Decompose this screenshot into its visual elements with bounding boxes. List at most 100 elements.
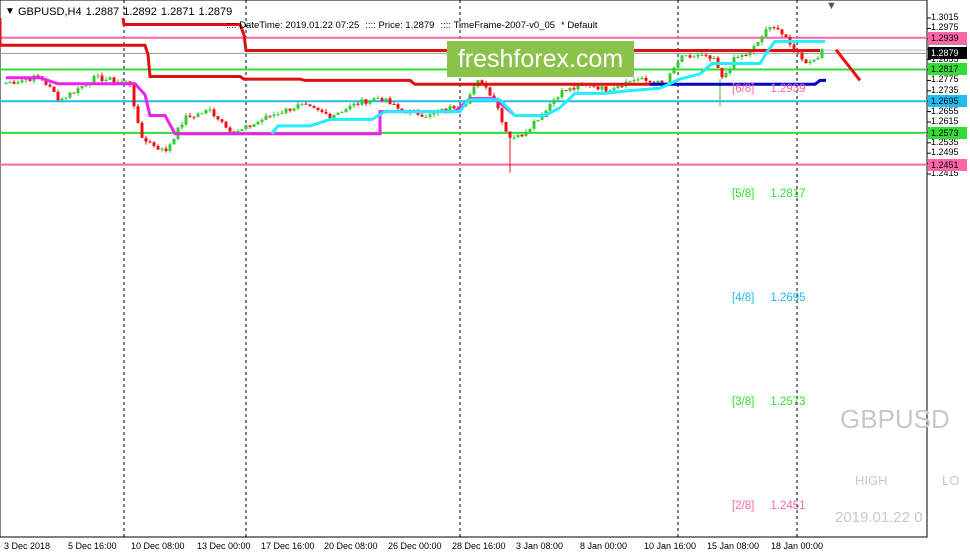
candle-body <box>560 90 564 98</box>
candle-body <box>100 75 104 82</box>
candle-body <box>136 106 140 123</box>
price-chart-canvas[interactable] <box>0 0 970 558</box>
candle-body <box>352 103 356 106</box>
candle-body <box>800 52 804 60</box>
info-timeframe: :::: TimeFrame-2007-v0_05 <box>440 20 556 31</box>
price-tick: 1.2735 <box>931 84 959 95</box>
level-label-4-8: [4/8] 1.2695 <box>732 292 806 304</box>
level-value: 1.2451 <box>770 500 806 512</box>
candle-body <box>372 98 376 101</box>
candle-body <box>80 86 84 89</box>
candle-body <box>668 73 672 83</box>
chart-menu-icon[interactable]: ▼ <box>5 6 15 17</box>
candle-body <box>276 114 280 116</box>
candle-body <box>724 73 728 78</box>
scroll-marker-icon: ▼ <box>826 0 837 12</box>
price-label-box: 1.2939 <box>928 31 967 44</box>
price-label-box: 1.2817 <box>928 63 967 76</box>
candle-body <box>364 99 368 104</box>
watermark-symbol: GBPUSD <box>840 404 950 434</box>
candle-body <box>672 67 676 74</box>
candle-body <box>224 121 228 128</box>
candle-body <box>12 81 16 84</box>
candle-body <box>684 55 688 57</box>
candle-body <box>196 113 200 117</box>
time-tick: 28 Dec 16:00 <box>452 541 506 551</box>
candle-body <box>200 113 204 115</box>
watermark-date: 2019.01.22 0 <box>835 509 923 526</box>
candle-body <box>420 114 424 117</box>
candle-body <box>780 29 784 35</box>
candle-body <box>68 92 72 98</box>
candle-body <box>264 115 268 121</box>
candle-body <box>296 104 300 109</box>
price-tick: 1.3015 <box>931 12 959 22</box>
candle-body <box>648 80 652 83</box>
candle-body <box>740 55 744 57</box>
candle-body <box>376 98 380 100</box>
candle-body <box>660 80 664 83</box>
candle-body <box>488 87 492 96</box>
price-tick: 1.2775 <box>931 74 959 85</box>
time-tick: 20 Dec 08:00 <box>324 541 378 551</box>
close-price: 1.2879 <box>198 6 233 18</box>
candle-body <box>304 103 308 105</box>
candle-body <box>64 97 68 99</box>
candle-body <box>712 57 716 59</box>
watermark-low: LO <box>942 473 960 488</box>
candle-body <box>96 75 100 77</box>
candle-body <box>388 98 392 105</box>
candle-body <box>344 109 348 112</box>
time-tick: 10 Dec 08:00 <box>131 541 185 551</box>
candle-body <box>708 55 712 59</box>
candle-body <box>156 146 160 150</box>
candle-body <box>188 115 192 117</box>
candle-body <box>768 27 772 30</box>
candle-body <box>604 86 608 92</box>
candle-body <box>216 116 220 120</box>
price-label-box: 1.2695 <box>928 95 967 108</box>
candle-body <box>152 142 156 147</box>
indicator-info: :::: DateTime: 2019.01.22 07:25:::: Pric… <box>226 20 603 31</box>
candle-body <box>676 62 680 68</box>
candle-body <box>140 122 144 138</box>
candle-body <box>472 86 476 95</box>
candle-body <box>252 124 256 127</box>
candle-body <box>8 81 12 84</box>
candle-body <box>572 88 576 90</box>
candle-body <box>204 110 208 114</box>
candle-body <box>332 114 336 119</box>
candle-body <box>696 54 700 57</box>
price-label-box: 1.2879 <box>928 47 967 60</box>
candle-body <box>628 81 632 83</box>
candle-body <box>16 82 20 84</box>
candle-body <box>288 108 292 111</box>
level-value: 1.2939 <box>770 83 806 95</box>
candle-body <box>452 106 456 109</box>
candle-body <box>536 119 540 122</box>
candle-body <box>240 129 244 132</box>
candle-body <box>392 104 396 106</box>
level-label-6-8: [6/8] 1.2939 <box>732 83 806 95</box>
chart-window[interactable]: ▼ GBPUSD,H4 1.2887 1.2892 1.2871 1.2879 ▼ ::… <box>0 0 970 558</box>
candle-body <box>524 131 528 137</box>
candle-body <box>324 111 328 114</box>
level-fraction: [2/8] <box>732 500 755 512</box>
low-price: 1.2871 <box>160 6 195 18</box>
candle-body <box>808 61 812 64</box>
candle-body <box>380 98 384 101</box>
candle-body <box>172 139 176 145</box>
candle-body <box>160 148 164 150</box>
candle-body <box>212 109 216 117</box>
price-tick: 1.2615 <box>931 116 959 126</box>
level-fraction: [3/8] <box>732 396 755 408</box>
candle-body <box>688 55 692 58</box>
candle-body <box>180 124 184 128</box>
level-label-2-8: [2/8] 1.2451 <box>732 500 806 512</box>
level-value: 1.2817 <box>770 188 806 200</box>
time-tick: 17 Dec 16:00 <box>261 541 315 551</box>
candle-body <box>164 148 168 152</box>
candle-body <box>508 131 512 138</box>
candle-body <box>220 119 224 122</box>
candle-body <box>280 112 284 115</box>
